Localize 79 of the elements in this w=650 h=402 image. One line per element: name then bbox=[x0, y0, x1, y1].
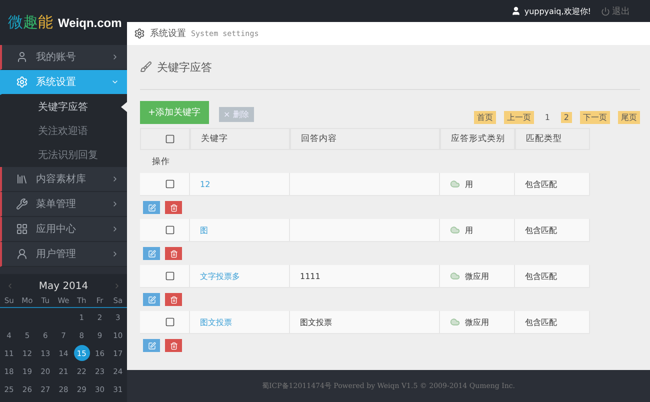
keyword-link[interactable]: 12 bbox=[200, 180, 210, 188]
checkbox[interactable] bbox=[165, 134, 175, 144]
books-icon bbox=[16, 173, 28, 185]
keyword-link[interactable]: 文字投票多 bbox=[200, 270, 240, 282]
prev-icon[interactable] bbox=[6, 282, 14, 290]
sidebar-item[interactable]: 菜单管理 bbox=[0, 192, 127, 217]
column-header: 匹配类型 bbox=[515, 128, 590, 150]
table-cell: 包含匹配 bbox=[525, 270, 557, 282]
keyword-link[interactable]: 图文投票 bbox=[200, 316, 232, 328]
trash-icon bbox=[170, 204, 178, 212]
calendar-month: May 2014 bbox=[38, 280, 88, 292]
breadcrumb-title: 系统设置 bbox=[150, 28, 186, 40]
wrench-icon bbox=[16, 198, 28, 210]
column-header: 关键字 bbox=[190, 128, 290, 150]
submenu-item[interactable]: 关键字应答 bbox=[0, 95, 127, 119]
add-keyword-button[interactable]: +添加关键字 bbox=[140, 101, 209, 124]
table-cell: 包含匹配 bbox=[525, 316, 557, 328]
next-icon[interactable] bbox=[113, 282, 121, 290]
delete-row-button[interactable] bbox=[165, 247, 182, 260]
table-cell: 微应用 bbox=[465, 270, 489, 282]
grid-icon bbox=[16, 223, 28, 235]
keyword-link[interactable]: 图 bbox=[200, 224, 208, 236]
page-link[interactable]: 下一页 bbox=[580, 111, 610, 124]
column-header: 回答内容 bbox=[290, 128, 440, 150]
delete-row-button[interactable] bbox=[165, 201, 182, 214]
edit-button[interactable] bbox=[143, 201, 160, 214]
table-cell: 包含匹配 bbox=[525, 224, 557, 236]
sidebar-item[interactable]: 我的账号 bbox=[0, 45, 127, 70]
trash-icon bbox=[170, 342, 178, 350]
checkbox[interactable] bbox=[164, 271, 174, 281]
page-link[interactable]: 1 bbox=[542, 112, 553, 123]
delete-row-button[interactable] bbox=[165, 293, 182, 306]
table-cell: 用 bbox=[465, 224, 473, 236]
edit-icon bbox=[148, 250, 156, 258]
submenu-item[interactable]: 无法识别回复 bbox=[0, 143, 127, 167]
page-link[interactable]: 尾页 bbox=[618, 111, 640, 124]
trash-icon bbox=[170, 296, 178, 304]
edit-button[interactable] bbox=[143, 339, 160, 352]
logo-text: Weiqn.com bbox=[58, 16, 122, 30]
cloud-icon bbox=[450, 271, 460, 281]
edit-icon bbox=[148, 204, 156, 212]
delete-row-button[interactable] bbox=[165, 339, 182, 352]
cloud-icon bbox=[450, 225, 460, 235]
table-cell: 包含匹配 bbox=[525, 178, 557, 190]
user-icon bbox=[511, 6, 522, 16]
edit-button[interactable] bbox=[143, 247, 160, 260]
page-link[interactable]: 首页 bbox=[474, 111, 496, 124]
submenu-item[interactable]: 关注欢迎语 bbox=[0, 119, 127, 143]
sidebar-item[interactable]: 用户管理 bbox=[0, 242, 127, 267]
gear-icon bbox=[16, 76, 28, 88]
page-link[interactable]: 2 bbox=[560, 112, 572, 123]
checkbox[interactable] bbox=[164, 317, 174, 327]
page-title: 关键字应答 bbox=[157, 60, 212, 74]
table-cell: 1111 bbox=[290, 265, 440, 288]
table-cell: 用 bbox=[465, 178, 473, 190]
column-header: 应答形式类别 bbox=[440, 128, 515, 150]
edit-button[interactable] bbox=[143, 293, 160, 306]
edit-icon bbox=[148, 342, 156, 350]
trash-icon bbox=[170, 250, 178, 258]
sidebar-item[interactable]: 内容素材库 bbox=[0, 167, 127, 192]
edit-icon bbox=[148, 296, 156, 304]
logo-mark: 微趣能 bbox=[8, 13, 53, 32]
cloud-icon bbox=[450, 317, 460, 327]
logout-link[interactable]: 退出 bbox=[612, 4, 630, 18]
person-icon bbox=[16, 248, 28, 260]
column-header: 操作 bbox=[151, 156, 170, 168]
brush-icon bbox=[140, 61, 152, 73]
sidebar-item[interactable]: 系统设置 bbox=[0, 70, 127, 95]
checkbox[interactable] bbox=[164, 179, 174, 189]
welcome-text: yuppyaiq,欢迎你! bbox=[524, 6, 591, 16]
sidebar-item[interactable]: 应用中心 bbox=[0, 217, 127, 242]
settings-icon bbox=[134, 28, 145, 39]
cloud-icon bbox=[450, 179, 460, 189]
table-cell: 图文投票 bbox=[290, 311, 440, 334]
user-icon bbox=[16, 51, 28, 63]
table-cell: 微应用 bbox=[465, 316, 489, 328]
page-link[interactable]: 上一页 bbox=[504, 111, 534, 124]
power-icon bbox=[601, 6, 610, 16]
checkbox[interactable] bbox=[164, 225, 174, 235]
